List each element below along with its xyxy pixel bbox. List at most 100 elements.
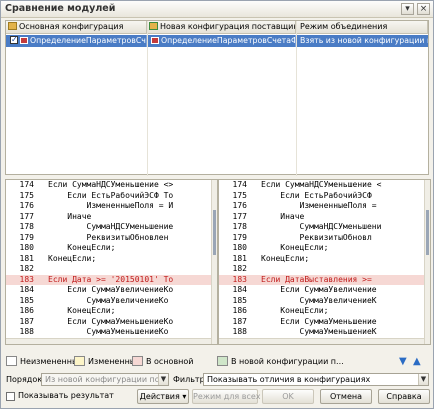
legend-changed: Измененные <box>74 356 141 368</box>
title-bar: Сравнение модулей ▾ × <box>1 1 433 18</box>
line-number: 180 <box>19 243 34 252</box>
right-code-lines: 174 Если СуммаНДСУменьшение < 175 Если Ест… <box>219 180 424 338</box>
scroll-thumb[interactable] <box>213 210 216 255</box>
code-text: СуммаУвеличениеКо <box>48 295 169 305</box>
ok-button[interactable]: OK <box>262 389 314 404</box>
code-line[interactable]: 176 ИзмененныеПоля = И <box>6 201 211 212</box>
column-header-main[interactable]: Основная конфигурация <box>6 21 147 34</box>
line-number: 182 <box>19 264 34 273</box>
code-line[interactable]: 180 КонецЕсли; <box>6 243 211 254</box>
line-number: 183 <box>19 274 34 284</box>
legend-swatch-changed <box>74 356 85 366</box>
code-line[interactable]: 184 Если СуммаУвеличениеКо <box>6 285 211 296</box>
line-number: 184 <box>19 285 34 294</box>
folder-add-icon <box>149 22 158 30</box>
scroll-thumb[interactable] <box>426 210 429 255</box>
code-line[interactable]: 178 СуммаНДСУменьшени <box>219 222 424 233</box>
code-text: ИзмененныеПоля = И <box>48 201 174 210</box>
code-line[interactable]: 185 СуммаУвеличениеКо <box>6 296 211 307</box>
order-label: Порядок: <box>6 375 45 384</box>
cancel-button[interactable]: Отмена <box>320 389 372 404</box>
code-text: КонецЕсли; <box>261 306 329 315</box>
line-number: 186 <box>19 306 34 315</box>
code-line[interactable]: 186 КонецЕсли; <box>219 306 424 317</box>
legend-swatch-in-new <box>217 356 228 366</box>
code-line[interactable]: 174 Если СуммаНДСУменьшение <> <box>6 180 211 191</box>
previous-difference-icon[interactable]: ▲ <box>413 356 421 368</box>
code-line[interactable]: 177 Иначе <box>6 212 211 223</box>
code-line[interactable]: 178 СуммаНДСУменьшение <box>6 222 211 233</box>
code-line[interactable]: 187 Если СуммаУменьшениеКо <box>6 317 211 328</box>
modules-table: Основная конфигурация Новая конфигурация… <box>5 20 429 176</box>
code-line[interactable]: 185 СуммаУвеличениеК <box>219 296 424 307</box>
next-difference-icon[interactable]: ▼ <box>399 356 407 368</box>
show-result-checkbox[interactable] <box>6 392 15 401</box>
legend-in-new: В новой конфигурации п... <box>217 356 344 368</box>
line-number: 188 <box>232 327 247 336</box>
line-number: 185 <box>232 295 247 305</box>
mode-for-all-button[interactable]: Режим для всех <box>192 389 261 404</box>
code-text: РеквизитыОбновл <box>261 232 372 242</box>
code-text: Если ЕстьРабочийЭСФ То <box>48 190 174 200</box>
code-line[interactable]: 188 СуммаУменьшениеКо <box>6 327 211 338</box>
code-line[interactable]: 174 Если СуммаНДСУменьшение < <box>219 180 424 191</box>
legend-unchanged: Неизмененные <box>6 356 83 368</box>
compare-modules-window: Сравнение модулей ▾ × Основная конфигура… <box>0 0 434 409</box>
line-number: 179 <box>19 232 34 242</box>
close-icon[interactable]: × <box>417 3 430 15</box>
code-line[interactable]: 177 Иначе <box>219 212 424 223</box>
line-number: 177 <box>19 211 34 221</box>
window-menu-icon[interactable]: ▾ <box>401 3 414 15</box>
line-number: 182 <box>232 264 247 273</box>
code-line[interactable]: 182 <box>6 264 211 275</box>
row-mode-cell[interactable]: Взять из новой конфигурации поста... <box>296 35 428 47</box>
code-line[interactable]: 187 Если СуммаУменьшение <box>219 317 424 328</box>
table-row[interactable]: ОпределениеПараметровСчетаФакт... Опреде… <box>6 35 428 47</box>
actions-button[interactable]: Действия ▾ <box>137 389 189 404</box>
code-line[interactable]: 179 РеквизитыОбновл <box>219 233 424 244</box>
right-code-pane[interactable]: 174 Если СуммаНДСУменьшение < 175 Если Ест… <box>218 179 431 345</box>
code-line[interactable]: 182 <box>219 264 424 275</box>
left-code-pane[interactable]: 174 Если СуммаНДСУменьшение <> 175 Если Ес… <box>5 179 218 345</box>
code-text: Если Дата >= '20150101' То <box>48 274 174 284</box>
column-header-mode[interactable]: Режим объединения <box>296 21 428 34</box>
right-vertical-scrollbar[interactable] <box>424 180 430 344</box>
line-number: 175 <box>232 190 247 200</box>
code-text: СуммаУменьшениеКо <box>48 327 169 336</box>
line-number: 176 <box>19 201 34 210</box>
line-number: 188 <box>19 327 34 336</box>
code-text: Иначе <box>261 211 305 221</box>
code-line[interactable]: 181 КонецЕсли; <box>6 254 211 265</box>
left-horizontal-scrollbar[interactable] <box>6 338 211 344</box>
column-divider <box>147 21 148 176</box>
code-line[interactable]: 188 СуммаУменьшениеК <box>219 327 424 338</box>
module-icon <box>151 37 159 44</box>
line-number: 181 <box>19 253 34 263</box>
row-checkbox[interactable] <box>10 35 18 46</box>
code-text: СуммаУменьшениеК <box>261 327 377 336</box>
code-line[interactable]: 179 РеквизитыОбновлен <box>6 233 211 244</box>
code-line[interactable]: 180 КонецЕсли; <box>219 243 424 254</box>
order-select[interactable]: Из новой конфигурации поставщи▼ <box>41 373 169 386</box>
code-text: РеквизитыОбновлен <box>48 232 169 242</box>
code-line[interactable]: 175 Если ЕстьРабочийЭСФ <box>219 191 424 202</box>
row-new-cell: ОпределениеПараметровСчетаФак... <box>147 35 296 47</box>
column-header-new[interactable]: Новая конфигурация поставщика <box>147 21 296 34</box>
code-text: Если СуммаУвеличениеКо <box>48 285 174 294</box>
code-line[interactable]: 181 КонецЕсли; <box>219 254 424 265</box>
code-line[interactable]: 176 ИзмененныеПоля = <box>219 201 424 212</box>
row-main-cell: ОпределениеПараметровСчетаФакт... <box>6 35 147 47</box>
code-line[interactable]: 186 КонецЕсли; <box>6 306 211 317</box>
help-button[interactable]: Справка <box>378 389 430 404</box>
code-line[interactable]: 183 Если ДатаВыставления >= <box>219 274 424 285</box>
code-text: Если СуммаНДСУменьшение <> <box>48 180 174 189</box>
filter-select[interactable]: Показывать отличия в конфигурациях ▼ <box>203 373 429 386</box>
folder-icon <box>8 22 17 30</box>
chevron-down-icon: ▼ <box>418 374 428 385</box>
code-line[interactable]: 183 Если Дата >= '20150101' То <box>6 274 211 285</box>
right-horizontal-scrollbar[interactable] <box>219 338 424 344</box>
code-line[interactable]: 184 Если СуммаУвеличение <box>219 285 424 296</box>
code-line[interactable]: 175 Если ЕстьРабочийЭСФ То <box>6 191 211 202</box>
line-number: 178 <box>232 222 247 231</box>
left-vertical-scrollbar[interactable] <box>211 180 217 344</box>
